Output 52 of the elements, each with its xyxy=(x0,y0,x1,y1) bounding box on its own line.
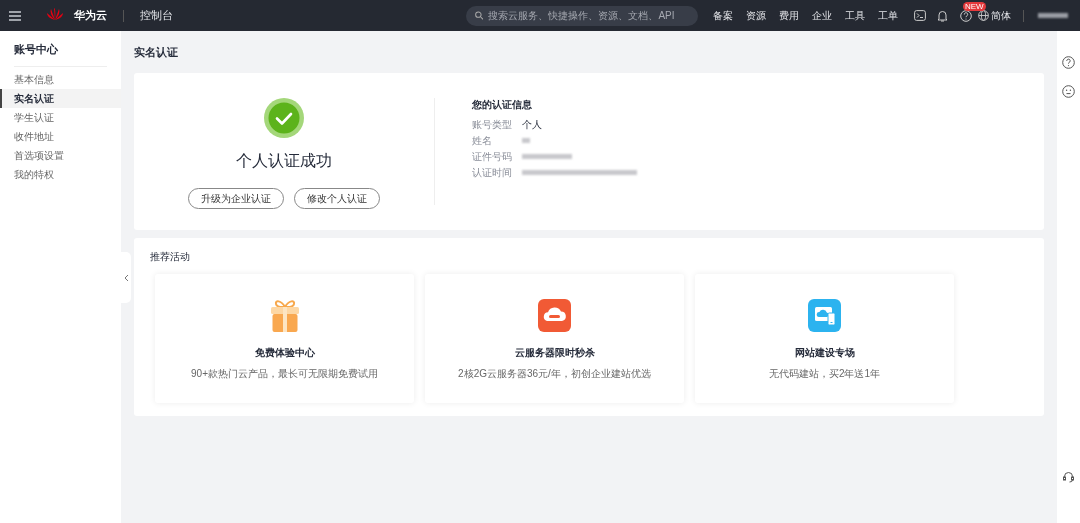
bell-icon[interactable] xyxy=(937,9,948,22)
console-link[interactable]: 控制台 xyxy=(140,7,173,24)
terminal-icon[interactable] xyxy=(914,10,926,21)
nav-link[interactable]: 费用 xyxy=(779,8,799,23)
status-title: 个人认证成功 xyxy=(236,150,332,171)
smiley-icon[interactable] xyxy=(1062,85,1075,98)
globe-icon[interactable] xyxy=(978,10,989,21)
nav-link[interactable]: 工具 xyxy=(845,8,865,23)
card-title: 网站建设专场 xyxy=(794,345,855,360)
search-field[interactable]: 搜索云服务、快捷操作、资源、文档、API xyxy=(466,5,698,26)
field-label: 证件号码 xyxy=(472,149,513,164)
nav-link[interactable]: 资源 xyxy=(746,8,766,23)
section-title: 推荐活动 xyxy=(150,249,191,264)
website-icon xyxy=(808,299,841,332)
nav-link[interactable]: 备案 xyxy=(713,8,733,23)
field-value: 个人 xyxy=(522,117,542,132)
username-redacted[interactable] xyxy=(1038,13,1068,18)
field-label: 认证时间 xyxy=(472,165,513,180)
promotion-card[interactable]: 云服务器限时秒杀 2核2G云服务器36元/年，初创企业建站优选 xyxy=(425,273,684,403)
outline-button[interactable]: 修改个人认证 xyxy=(294,187,380,209)
sidebar-item[interactable]: 我的特权 xyxy=(0,164,121,184)
brand-name[interactable]: 华为云 xyxy=(74,7,107,24)
sidebar-title: 账号中心 xyxy=(14,42,59,57)
gift-icon xyxy=(268,298,301,333)
success-check-icon xyxy=(264,97,304,138)
headset-icon[interactable] xyxy=(1062,470,1075,483)
language-button[interactable]: 简体 xyxy=(991,8,1011,23)
promotion-card[interactable]: 网站建设专场 无代码建站，买2年送1年 xyxy=(695,273,954,403)
new-badge: NEW xyxy=(963,1,986,11)
chevron-left-icon xyxy=(123,273,129,282)
promotion-card[interactable]: 免费体验中心 90+款热门云产品，最长可无限期免费试用 xyxy=(155,273,414,403)
card-description: 90+款热门云产品，最长可无限期免费试用 xyxy=(191,366,378,381)
card-description: 2核2G云服务器36元/年，初创企业建站优选 xyxy=(458,366,651,381)
card-description: 无代码建站，买2年送1年 xyxy=(768,366,881,381)
sidebar-item[interactable]: 首选项设置 xyxy=(0,145,121,165)
search-icon xyxy=(475,11,484,20)
sidebar-item[interactable]: 实名认证 xyxy=(0,88,121,108)
sidebar-item[interactable]: 基本信息 xyxy=(0,69,121,89)
nav-link[interactable]: 工单 xyxy=(878,8,898,23)
help-icon[interactable] xyxy=(1062,56,1075,69)
page-title: 实名认证 xyxy=(134,45,179,60)
sidebar-item[interactable]: 收件地址 xyxy=(0,126,121,146)
field-label: 账号类型 xyxy=(472,117,513,132)
card-title: 云服务器限时秒杀 xyxy=(514,345,595,360)
card-title: 免费体验中心 xyxy=(254,345,315,360)
cloud-icon xyxy=(538,299,571,332)
sidebar-item[interactable]: 学生认证 xyxy=(0,107,121,127)
nav-link[interactable]: 企业 xyxy=(812,8,832,23)
menu-icon[interactable] xyxy=(9,10,21,21)
field-label: 姓名 xyxy=(472,133,493,148)
outline-button[interactable]: 升级为企业认证 xyxy=(188,187,284,209)
info-title: 您的认证信息 xyxy=(472,97,533,112)
